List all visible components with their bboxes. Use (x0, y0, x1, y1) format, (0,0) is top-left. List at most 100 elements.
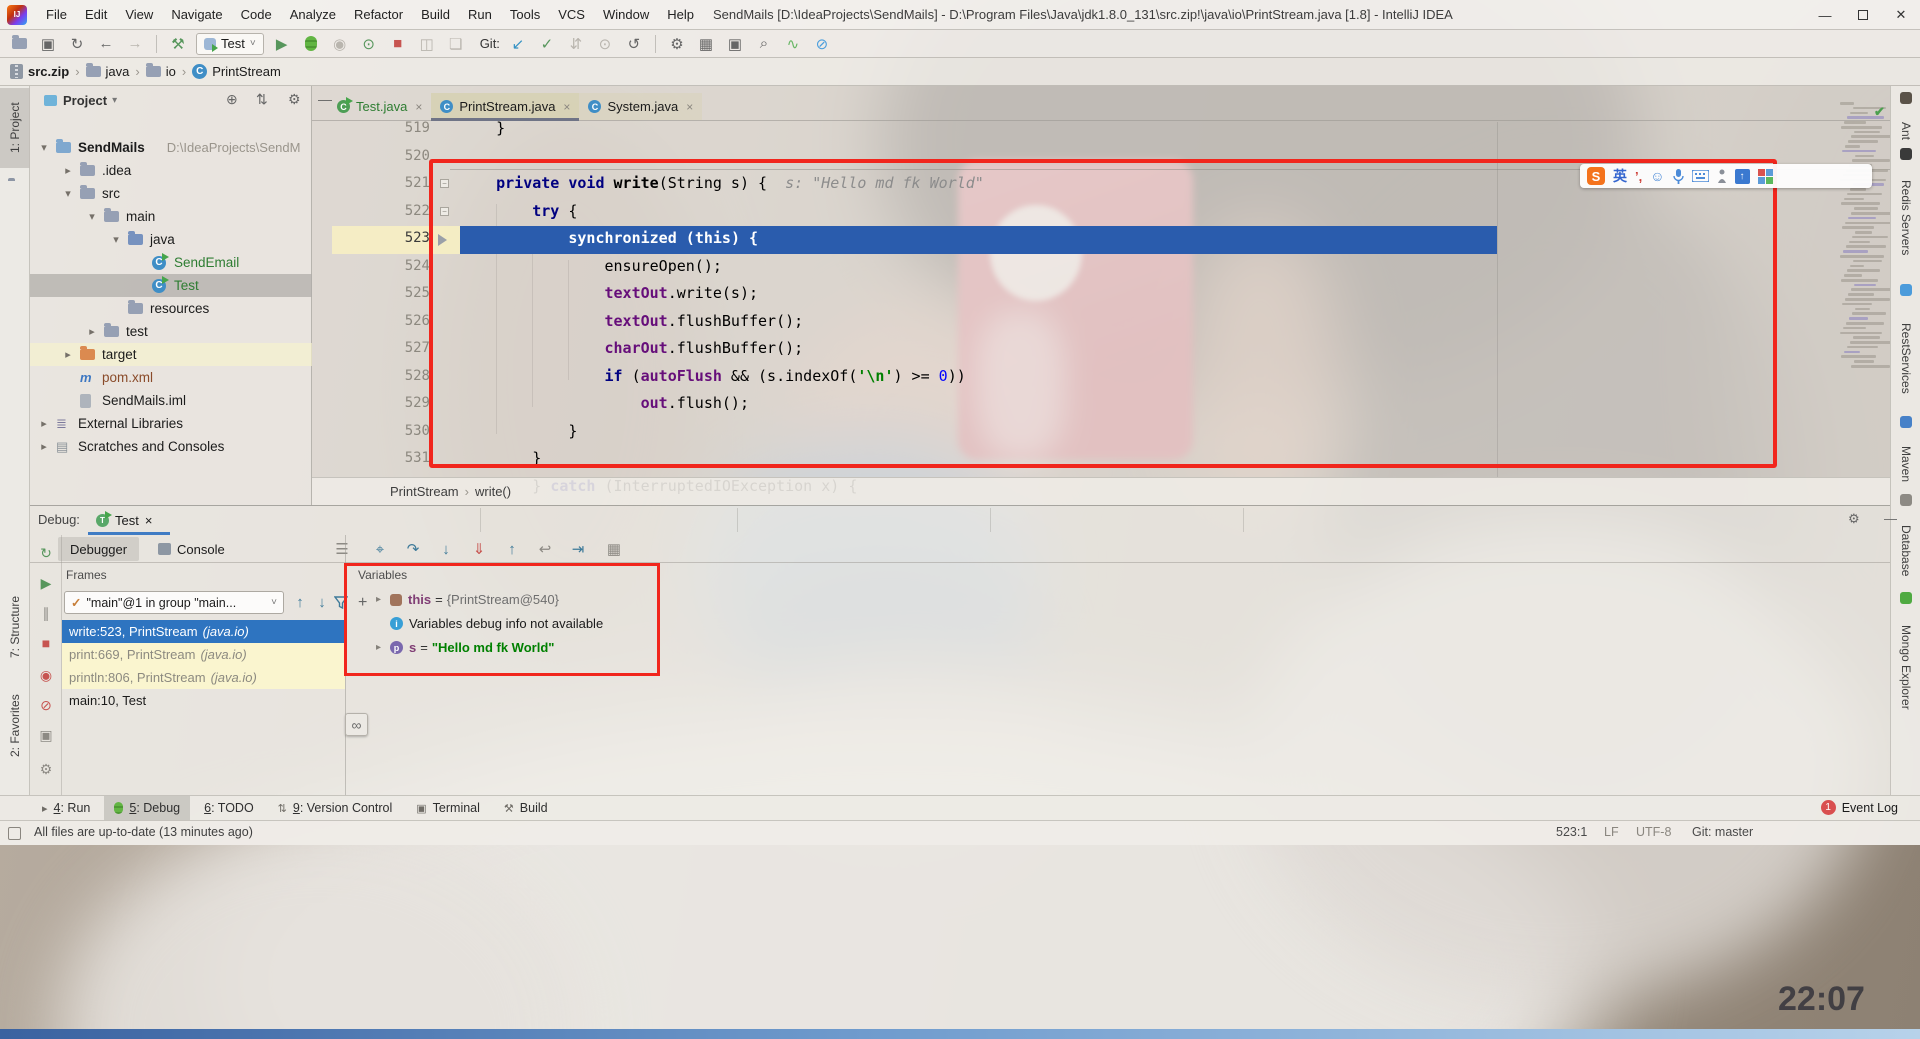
event-log-button[interactable]: 1 Event Log (1820, 795, 1898, 820)
menu-help[interactable]: Help (658, 0, 703, 30)
frame-row-3[interactable]: println:806, PrintStream (java.io) (62, 666, 345, 689)
line-number[interactable]: 531 (372, 450, 430, 466)
project-structure-icon[interactable]: ▦ (695, 33, 717, 55)
step-over-icon[interactable]: ↷ (401, 538, 425, 560)
inspections-off-icon[interactable]: ⊘ (811, 33, 833, 55)
attach-icon[interactable]: ◫ (416, 33, 438, 55)
close-icon[interactable]: × (563, 100, 570, 114)
drop-frame-icon[interactable]: ↩ (533, 538, 557, 560)
tree-row-sendmails[interactable]: ▾ SendMails D:\IdeaProjects\SendM (30, 136, 312, 159)
tree-row-pom-xml[interactable]: m pom.xml (30, 366, 312, 389)
minimap[interactable] (1840, 102, 1890, 370)
tree-row-main[interactable]: ▾ main (30, 205, 312, 228)
history-icon[interactable]: ⊙ (594, 33, 616, 55)
force-step-into-icon[interactable]: ⇓ (467, 538, 491, 560)
collapse-all-icon[interactable]: ⇅ (256, 91, 268, 108)
close-icon[interactable]: × (686, 100, 693, 114)
run-button[interactable]: ▶ (271, 33, 293, 55)
back-icon[interactable]: ← (95, 33, 117, 55)
sidebar-item-project[interactable]: 1: Project (0, 88, 30, 168)
ime-grid-icon[interactable] (1757, 168, 1773, 184)
evaluate-expression-icon[interactable]: ▦ (602, 538, 626, 560)
menu-navigate[interactable]: Navigate (162, 0, 231, 30)
close-icon[interactable]: × (415, 100, 422, 114)
sidebar-item-mongo-explorer[interactable]: Mongo Explorer (1891, 608, 1920, 726)
menu-view[interactable]: View (116, 0, 162, 30)
thread-selector[interactable]: ✓ "main"@1 in group "main... ˅ (64, 591, 284, 614)
menu-file[interactable]: File (37, 0, 76, 30)
toolwindow-button-4-run[interactable]: ▸ 4: Run (32, 796, 100, 821)
step-into-icon[interactable]: ↓ (434, 538, 458, 560)
project-panel-title[interactable]: Project (63, 93, 107, 108)
tree-row-scratches-and-consoles[interactable]: ▸ ▤ Scratches and Consoles (30, 435, 312, 458)
tree-row-test[interactable]: ▸ test (30, 320, 312, 343)
tree-row-external-libraries[interactable]: ▸ ≣ External Libraries (30, 412, 312, 435)
tree-chevron-icon[interactable]: ▾ (62, 187, 74, 200)
show-execution-point-icon[interactable]: ⌖ (368, 538, 392, 560)
maximize-button[interactable] (1844, 0, 1882, 30)
layout-settings-icon[interactable]: ☰ (330, 538, 354, 560)
line-number[interactable]: 519 (372, 120, 430, 136)
sidebar-item-maven[interactable]: Maven (1891, 432, 1920, 496)
git-branch[interactable]: Git: master (1692, 825, 1753, 839)
inspections-status-icon[interactable]: ✔ (1874, 104, 1885, 120)
watches-toggle-button[interactable]: ∞ (345, 713, 368, 736)
project-folder-icon[interactable] (8, 181, 21, 194)
tree-chevron-icon[interactable]: ▸ (62, 164, 74, 177)
menu-edit[interactable]: Edit (76, 0, 116, 30)
git-merge-icon[interactable]: ⇵ (565, 33, 587, 55)
frame-row-1[interactable]: write:523, PrintStream (java.io) (62, 620, 345, 643)
tab-console[interactable]: Console (146, 537, 237, 561)
view-breakpoints-icon[interactable]: ◉ (36, 665, 56, 685)
panel-gear-icon[interactable]: ⚙ (288, 91, 301, 108)
line-number[interactable]: 527 (372, 340, 430, 356)
breadcrumb-method[interactable]: write() (475, 484, 511, 499)
close-button[interactable]: ✕ (1882, 0, 1920, 30)
stop-button[interactable]: ■ (387, 33, 409, 55)
line-number[interactable]: 523 (372, 230, 430, 246)
skin-person-icon[interactable] (1717, 169, 1727, 184)
pause-icon[interactable]: ∥ (36, 603, 56, 623)
frame-down-icon[interactable]: ↓ (310, 591, 334, 613)
locate-icon[interactable]: ⊕ (226, 91, 238, 108)
code-line-519[interactable]: 519 } (312, 116, 1890, 144)
frame-row-4[interactable]: main:10, Test (62, 689, 345, 712)
sidebar-item-redis-servers[interactable]: Redis Servers (1891, 164, 1920, 272)
tree-chevron-icon[interactable]: ▸ (38, 440, 50, 453)
tree-chevron-icon[interactable]: ▾ (38, 141, 50, 154)
run-configuration-select[interactable]: Test ˅ (196, 32, 264, 55)
plugin-wave-icon[interactable]: ∿ (782, 33, 804, 55)
menu-analyze[interactable]: Analyze (281, 0, 345, 30)
line-number[interactable]: 530 (372, 423, 430, 439)
git-commit-icon[interactable]: ✓ (536, 33, 558, 55)
sogou-logo-icon[interactable]: S (1587, 167, 1605, 185)
microphone-icon[interactable] (1672, 168, 1684, 184)
emoji-icon[interactable]: ☺ (1650, 168, 1664, 184)
line-number[interactable]: 525 (372, 285, 430, 301)
resume-icon[interactable]: ▶ (36, 573, 56, 593)
tree-chevron-icon[interactable]: ▾ (86, 210, 98, 223)
tree-chevron-icon[interactable]: ▾ (110, 233, 122, 246)
caret-position[interactable]: 523:1 (1556, 825, 1587, 839)
tab-debugger[interactable]: Debugger (58, 537, 140, 561)
menu-window[interactable]: Window (594, 0, 658, 30)
sidebar-item-favorites[interactable]: 2: Favorites (0, 684, 30, 768)
stop-icon[interactable]: ■ (36, 633, 56, 653)
sidebar-item-restservices[interactable]: RestServices (1891, 300, 1920, 416)
tree-row-test[interactable]: C Test (30, 274, 312, 297)
line-number[interactable]: 526 (372, 313, 430, 329)
frame-row-2[interactable]: print:669, PrintStream (java.io) (62, 643, 345, 666)
line-number[interactable]: 522 (372, 203, 430, 219)
panel-gear-icon[interactable]: ⚙ (1848, 511, 1860, 527)
restart-icon[interactable]: ❏ (445, 33, 467, 55)
menu-refactor[interactable]: Refactor (345, 0, 412, 30)
tree-row--idea[interactable]: ▸ .idea (30, 159, 312, 182)
breadcrumb-java[interactable]: java (85, 63, 129, 79)
step-out-icon[interactable]: ↑ (500, 538, 524, 560)
minimize-button[interactable]: — (1806, 0, 1844, 30)
profiler-icon[interactable]: ⊙ (358, 33, 380, 55)
tree-row-resources[interactable]: resources (30, 297, 312, 320)
settings-wrench-icon[interactable]: ⚙ (666, 33, 688, 55)
toolbox-icon[interactable]: ↑ (1734, 168, 1750, 184)
close-icon[interactable]: × (145, 513, 153, 528)
